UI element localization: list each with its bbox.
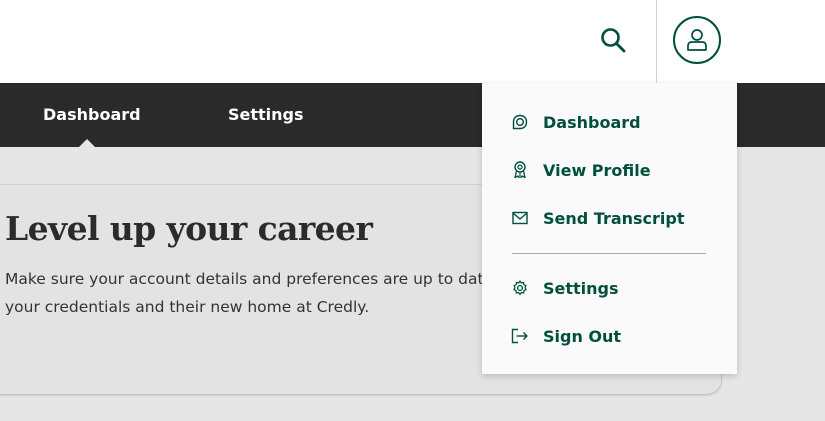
card-description: Make sure your account details and prefe… bbox=[5, 270, 557, 316]
menu-item-view-profile[interactable]: View Profile bbox=[482, 150, 737, 190]
menu-item-label: Send Transcript bbox=[543, 208, 685, 228]
menu-item-label: View Profile bbox=[543, 160, 651, 180]
active-tab-indicator bbox=[79, 139, 95, 147]
envelope-icon bbox=[511, 209, 529, 227]
menu-item-settings[interactable]: Settings bbox=[482, 268, 737, 308]
menu-item-sign-out[interactable]: Sign Out bbox=[482, 316, 737, 356]
user-icon bbox=[686, 28, 708, 52]
menu-item-send-transcript[interactable]: Send Transcript bbox=[482, 198, 737, 238]
badge-icon bbox=[511, 161, 529, 179]
menu-item-label: Dashboard bbox=[543, 112, 641, 132]
card-title: Level up your career bbox=[5, 209, 373, 248]
search-icon bbox=[600, 27, 626, 53]
dashboard-icon bbox=[511, 113, 529, 131]
tab-dashboard[interactable]: Dashboard bbox=[43, 105, 141, 124]
menu-item-label: Sign Out bbox=[543, 326, 622, 346]
user-avatar-button[interactable] bbox=[673, 16, 721, 64]
menu-divider bbox=[512, 253, 706, 254]
sign-out-icon bbox=[511, 327, 529, 345]
gear-icon bbox=[511, 279, 529, 297]
header-divider bbox=[656, 0, 657, 83]
top-header bbox=[0, 0, 825, 83]
tab-settings[interactable]: Settings bbox=[228, 105, 304, 124]
menu-item-label: Settings bbox=[543, 278, 619, 298]
search-button[interactable] bbox=[593, 20, 633, 60]
menu-item-dashboard[interactable]: Dashboard bbox=[482, 102, 737, 142]
user-menu-dropdown: Dashboard View Profile Send Transcript S… bbox=[482, 83, 737, 374]
